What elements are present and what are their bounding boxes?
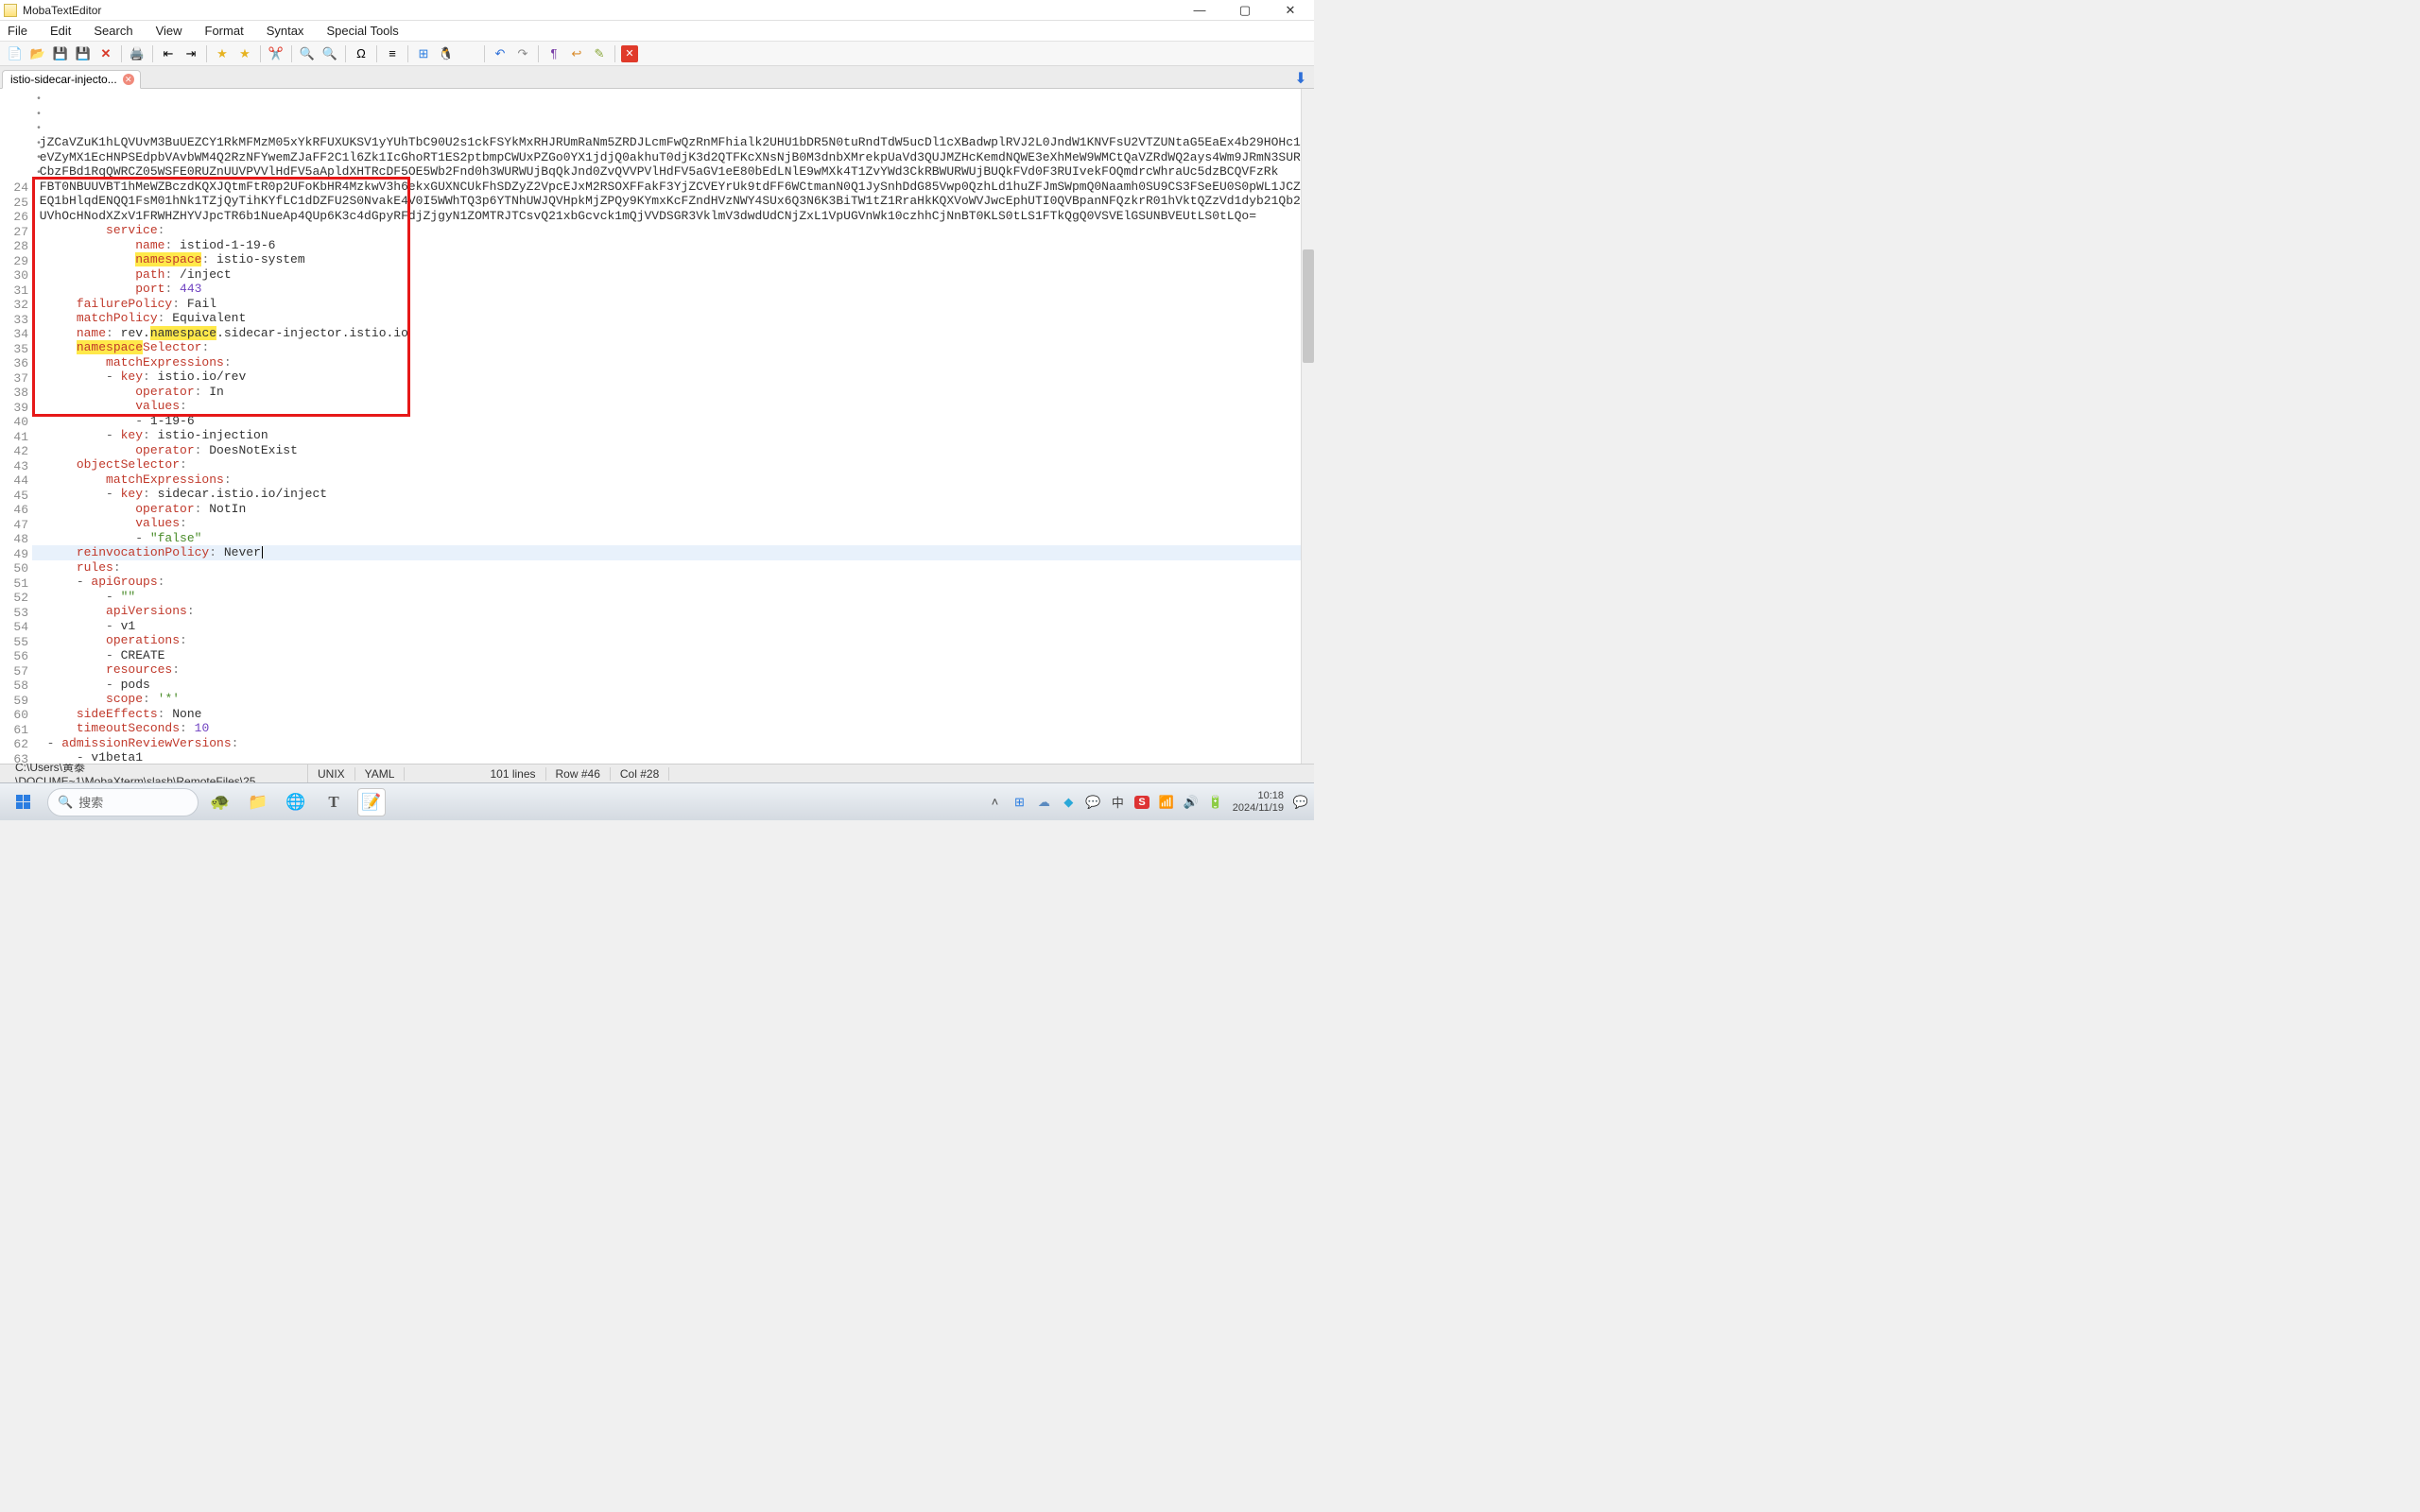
status-eol: UNIX	[308, 767, 355, 781]
window-title: MobaTextEditor	[23, 4, 1185, 17]
window-close-button[interactable]: ✕	[1276, 3, 1305, 18]
status-lang: YAML	[355, 767, 406, 781]
tray-wifi-icon[interactable]: 📶	[1159, 795, 1174, 810]
windows-taskbar: 🔍 搜索 🐢 📁 🌐 T 📝 ˄ ⊞ ☁ ◆ 💬 中 S 📶 🔊 🔋 10:18…	[0, 782, 1314, 820]
menu-format[interactable]: Format	[205, 24, 244, 38]
save-icon[interactable]: 💾	[51, 44, 70, 63]
window-minimize-button[interactable]: —	[1185, 3, 1214, 18]
title-bar: MobaTextEditor — ▢ ✕	[0, 0, 1314, 21]
taskbar-search[interactable]: 🔍 搜索	[47, 788, 199, 816]
menu-special[interactable]: Special Tools	[326, 24, 398, 38]
status-bar: C:\Users\黄泰\DOCUME~1\MobaXterm\slash\Rem…	[0, 764, 1314, 782]
tray-antivirus-icon[interactable]: ◆	[1061, 795, 1076, 810]
scrollbar-thumb[interactable]	[1303, 249, 1314, 363]
linux-icon[interactable]: 🐧	[437, 44, 456, 63]
save-all-icon[interactable]: 💾	[74, 44, 93, 63]
status-row: Row #46	[546, 767, 611, 781]
exit-icon[interactable]: ✕	[621, 45, 638, 62]
tray-ime-indicator[interactable]: S	[1134, 796, 1149, 809]
wrap-icon[interactable]: ↩	[567, 44, 586, 63]
windows-icon[interactable]: ⊞	[414, 44, 433, 63]
taskbar-app-2[interactable]: T	[320, 788, 348, 816]
tray-ime-lang[interactable]: 中	[1110, 795, 1125, 810]
menu-view[interactable]: View	[156, 24, 182, 38]
tab-istio-sidecar[interactable]: istio-sidecar-injecto... ✕	[2, 70, 141, 89]
line-number-gutter: 2425262728293031323334353637383940414243…	[0, 89, 32, 764]
highlight-icon[interactable]: ✎	[590, 44, 609, 63]
menu-search[interactable]: Search	[94, 24, 132, 38]
tab-label: istio-sidecar-injecto...	[10, 73, 117, 86]
redo-icon[interactable]: ↷	[513, 44, 532, 63]
cut-icon[interactable]: ✂️	[267, 44, 285, 63]
tray-notifications-icon[interactable]: 💬	[1293, 795, 1308, 810]
tray-chevron-icon[interactable]: ˄	[987, 795, 1002, 810]
print-icon[interactable]: 🖨️	[128, 44, 147, 63]
bookmark-next-icon[interactable]: ★	[235, 44, 254, 63]
outdent-icon[interactable]: ⇤	[159, 44, 178, 63]
mac-icon[interactable]	[459, 44, 478, 63]
undo-icon[interactable]: ↶	[491, 44, 510, 63]
diff-icon[interactable]: ≡	[383, 44, 402, 63]
new-file-icon[interactable]: 📄	[6, 44, 25, 63]
tab-bar: istio-sidecar-injecto... ✕ ⬇	[0, 66, 1314, 89]
tray-volume-icon[interactable]: 🔊	[1184, 795, 1199, 810]
editor[interactable]: 2425262728293031323334353637383940414243…	[0, 89, 1314, 764]
bookmark-icon[interactable]: ★	[213, 44, 232, 63]
status-col: Col #28	[611, 767, 669, 781]
tray-clock[interactable]: 10:18 2024/11/19	[1233, 790, 1284, 813]
tray-wechat-icon[interactable]: 💬	[1085, 795, 1100, 810]
menu-edit[interactable]: Edit	[50, 24, 71, 38]
tab-close-icon[interactable]: ✕	[123, 74, 134, 85]
find-icon[interactable]: 🔍	[298, 44, 317, 63]
taskbar-explorer-icon[interactable]: 📁	[244, 788, 272, 816]
pilcrow-icon[interactable]: ¶	[544, 44, 563, 63]
windows-logo-icon	[16, 795, 30, 809]
search-icon: 🔍	[58, 795, 73, 810]
toolbar: 📄 📂 💾 💾 ✕ 🖨️ ⇤ ⇥ ★ ★ ✂️ 🔍 🔍 Ω ≡ ⊞ 🐧 ↶ ↷ …	[0, 42, 1314, 66]
close-icon[interactable]: ✕	[96, 44, 115, 63]
find-replace-icon[interactable]: 🔍	[320, 44, 339, 63]
status-lines: 101 lines	[480, 767, 545, 781]
menu-syntax[interactable]: Syntax	[267, 24, 304, 38]
system-tray: ˄ ⊞ ☁ ◆ 💬 中 S 📶 🔊 🔋 10:18 2024/11/19 💬	[987, 790, 1308, 813]
window-maximize-button[interactable]: ▢	[1231, 3, 1259, 18]
taskbar-mobatexteditor-icon[interactable]: 📝	[357, 788, 386, 816]
tray-onedrive-icon[interactable]: ☁	[1036, 795, 1051, 810]
search-placeholder: 搜索	[78, 793, 103, 811]
taskbar-edge-icon[interactable]: 🌐	[282, 788, 310, 816]
code-area[interactable]: • jZCaVZuK1hLQVUvM3BuUEZCY1RkMFMzM05xYkR…	[32, 89, 1301, 764]
menu-file[interactable]: File	[8, 24, 27, 38]
tray-battery-icon[interactable]: 🔋	[1208, 795, 1223, 810]
char-map-icon[interactable]: Ω	[352, 44, 371, 63]
vertical-scrollbar[interactable]	[1301, 89, 1314, 764]
menu-bar: File Edit Search View Format Syntax Spec…	[0, 21, 1314, 42]
open-file-icon[interactable]: 📂	[28, 44, 47, 63]
start-button[interactable]	[6, 788, 40, 816]
app-icon	[4, 4, 17, 17]
download-icon[interactable]: ⬇	[1291, 69, 1310, 88]
tray-app-icon[interactable]: ⊞	[1011, 795, 1027, 810]
taskbar-app-1[interactable]: 🐢	[206, 788, 234, 816]
indent-icon[interactable]: ⇥	[182, 44, 200, 63]
